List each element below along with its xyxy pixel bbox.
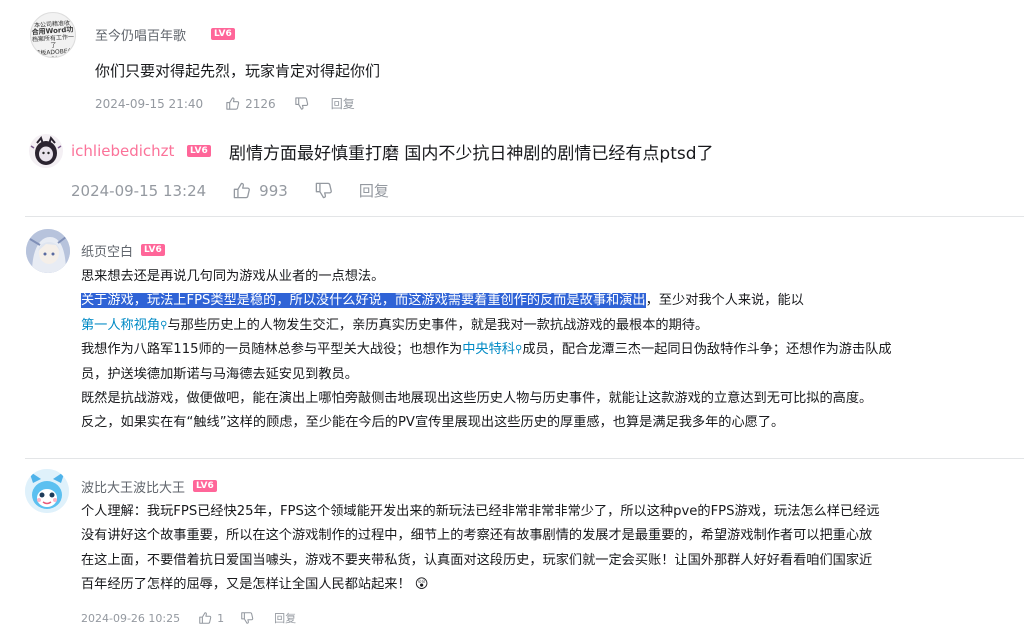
comment-line: 百年经历了怎样的屈辱，又是怎样让全国人民都站起来！ 😲	[81, 577, 429, 593]
like-count: 2126	[245, 96, 276, 111]
avatar-image	[30, 135, 62, 165]
comment-meta: 2024-09-15 21:40 2126 回复	[95, 95, 355, 112]
like-button[interactable]: 993	[232, 181, 288, 200]
avatar[interactable]: 本公司精准收 合用Word功 档案所有工作一了 模板ADOBE分时	[30, 12, 76, 58]
search-link[interactable]: 第一人称视角⚲	[81, 318, 167, 333]
comment-line: 我想作为八路军115师的一员随林总参与平型关大战役；也想作为中央特科⚲成员，配合…	[81, 342, 892, 358]
comment-line: 关于游戏，玩法上FPS类型是稳的，所以没什么好说，而这游戏需要着重创作的反而是故…	[81, 293, 804, 309]
thumb-up-icon	[232, 181, 251, 200]
comment-line: 既然是抗战游戏，做便做吧，能在演出上哪怕旁敲侧击地展现出这些历史人物与历史事件，…	[81, 391, 873, 407]
comment-meta: 2024-09-26 10:25 1 回复	[81, 610, 296, 626]
comment-body: 思来想去还是再说几句同为游戏从业者的一点想法。 关于游戏，玩法上FPS类型是稳的…	[81, 265, 892, 436]
avatar-image	[26, 229, 70, 273]
comment-line: 思来想去还是再说几句同为游戏从业者的一点想法。	[81, 269, 385, 284]
comment-meta: 2024-09-15 13:24 993 回复	[71, 180, 389, 201]
avatar-text: 本公司精准收 合用Word功 档案所有工作一了 模板ADOBE分时	[31, 19, 75, 58]
selected-text: 关于游戏，玩法上FPS类型是稳的，所以没什么好说，而这游戏需要着重创作的反而是故…	[81, 293, 646, 309]
comment-body: 个人理解：我玩FPS已经快25年，FPS这个领域能开发出来的新玩法已经非常非常非…	[81, 500, 880, 598]
thumb-down-icon	[294, 96, 309, 111]
avatar-image	[25, 469, 69, 513]
username[interactable]: 波比大王波比大王	[81, 477, 185, 496]
like-count: 993	[259, 181, 288, 200]
comment-2: ichliebedichzt LV6 剧情方面最好慎重打磨 国内不少抗日神剧的剧…	[0, 122, 1024, 217]
like-count: 1	[217, 611, 225, 625]
comment-time: 2024-09-26 10:25	[81, 611, 181, 625]
username[interactable]: 至今仍唱百年歌	[95, 25, 186, 44]
comment-text: 剧情方面最好慎重打磨 国内不少抗日神剧的剧情已经有点ptsd了	[229, 144, 714, 164]
comment-line: 没有讲好这个故事重要，所以在这个游戏制作的过程中，细节上的考察还有故事剧情的发展…	[81, 528, 873, 544]
thumb-up-icon	[225, 96, 240, 111]
search-link[interactable]: 中央特科⚲	[462, 342, 522, 357]
like-button[interactable]: 2126	[225, 96, 276, 111]
dislike-button[interactable]	[240, 611, 254, 625]
comment-1: 本公司精准收 合用Word功 档案所有工作一了 模板ADOBE分时 至今仍唱百年…	[0, 0, 1024, 122]
comment-line: 第一人称视角⚲与那些历史上的人物发生交汇，亲历真实历史事件，就是我对一款抗战游戏…	[81, 317, 709, 333]
dislike-button[interactable]	[314, 181, 333, 200]
reply-button[interactable]: 回复	[359, 180, 389, 201]
comment-time: 2024-09-15 21:40	[95, 96, 204, 111]
like-button[interactable]: 1	[198, 611, 224, 625]
comment-line: 反之，如果实在有“触线”这样的顾虑，至少能在今后的PV宣传里展现出这些历史的厚重…	[81, 415, 785, 431]
thumb-down-icon	[314, 181, 333, 200]
emoji: 😲	[414, 577, 429, 593]
level-badge: LV6	[187, 145, 211, 157]
dislike-button[interactable]	[294, 96, 309, 111]
comment-3: 纸页空白 LV6 思来想去还是再说几句同为游戏从业者的一点想法。 关于游戏，玩法…	[0, 217, 1024, 457]
thumb-up-icon	[198, 611, 212, 625]
thumb-down-icon	[240, 611, 254, 625]
comment-line: 在这上面，不要借着抗日爱国当噱头，游戏不要夹带私货，认真面对这段历史，玩家们就一…	[81, 552, 873, 568]
avatar[interactable]	[29, 134, 63, 168]
avatar[interactable]	[26, 229, 70, 273]
reply-button[interactable]: 回复	[274, 610, 296, 626]
comment-line: 个人理解：我玩FPS已经快25年，FPS这个领域能开发出来的新玩法已经非常非常非…	[81, 504, 880, 519]
avatar[interactable]	[25, 469, 69, 513]
level-badge: LV6	[193, 480, 217, 492]
comment-4: 波比大王波比大王 LV6 个人理解：我玩FPS已经快25年，FPS这个领域能开发…	[0, 459, 1024, 633]
level-badge: LV6	[141, 244, 165, 256]
username[interactable]: ichliebedichzt	[71, 142, 174, 160]
username[interactable]: 纸页空白	[81, 241, 133, 260]
comment-text: 你们只要对得起先烈，玩家肯定对得起你们	[95, 62, 381, 80]
level-badge: LV6	[211, 28, 235, 40]
comment-line: 员，护送埃德加斯诺与马海德去延安见到教员。	[81, 366, 358, 382]
comment-time: 2024-09-15 13:24	[71, 181, 207, 200]
reply-button[interactable]: 回复	[331, 95, 355, 112]
